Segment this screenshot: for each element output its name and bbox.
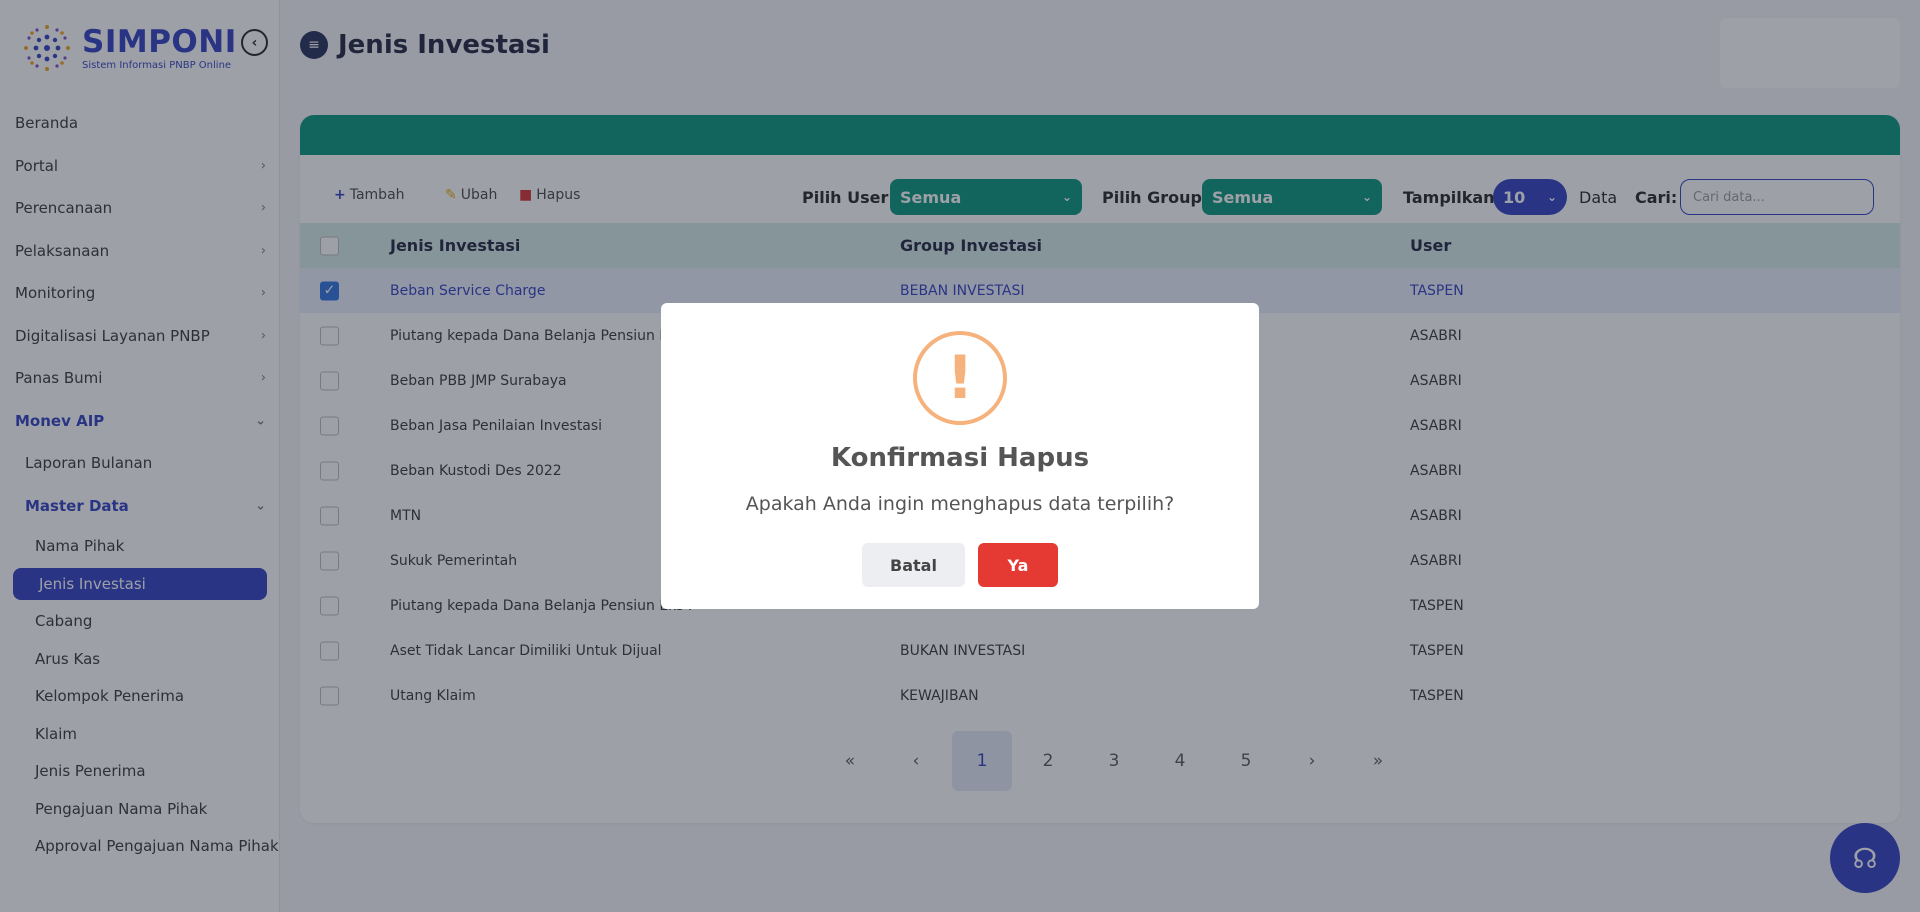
confirm-delete-dialog: ! Konfirmasi Hapus Apakah Anda ingin men…	[661, 303, 1259, 609]
confirm-button[interactable]: Ya	[978, 543, 1058, 587]
dialog-title: Konfirmasi Hapus	[830, 443, 1090, 473]
warning-icon: !	[913, 331, 1007, 425]
cancel-button[interactable]: Batal	[862, 543, 965, 587]
dialog-message: Apakah Anda ingin menghapus data terpili…	[745, 493, 1175, 515]
